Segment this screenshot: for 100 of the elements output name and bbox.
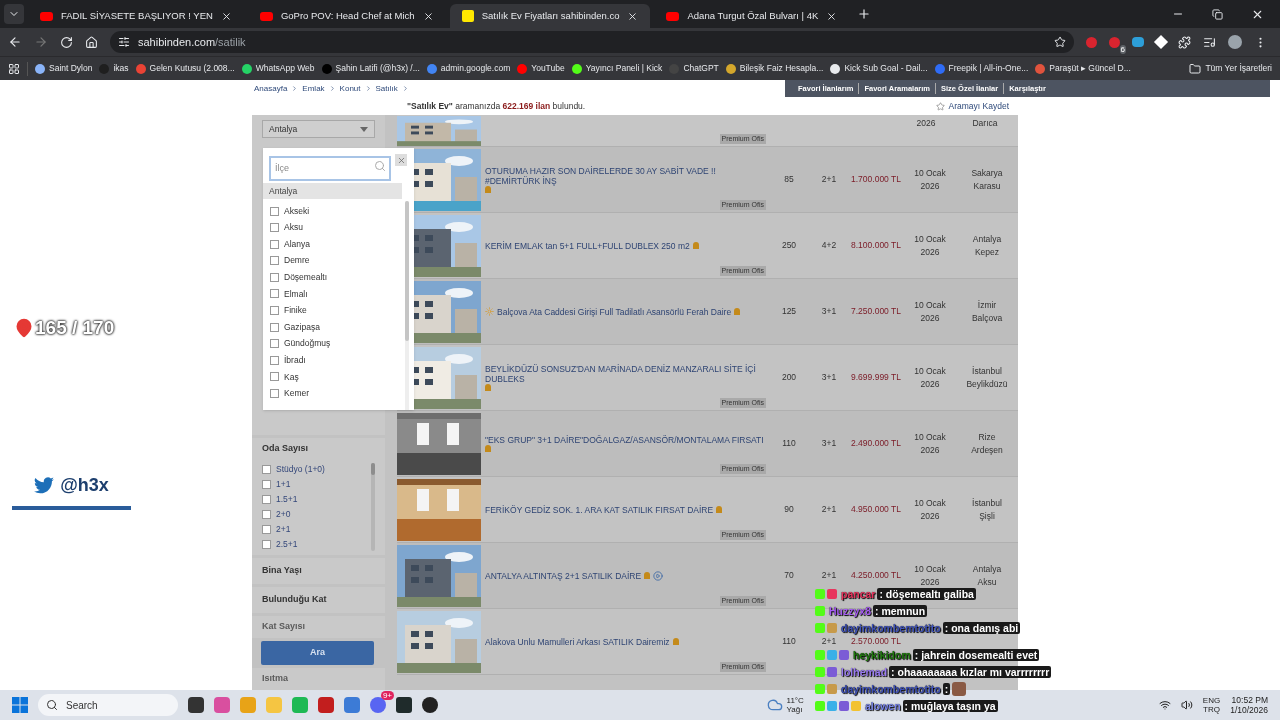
checkbox[interactable]	[262, 524, 271, 534]
checkbox[interactable]	[270, 289, 279, 299]
breadcrumb-link[interactable]: Satılık	[375, 82, 398, 95]
district-option[interactable]: Finike	[284, 304, 307, 317]
city-select[interactable]: Antalya	[262, 120, 375, 138]
district-option[interactable]: Gazipaşa	[284, 320, 320, 334]
clock-text[interactable]: 10:52 PM	[1231, 695, 1268, 705]
new-tab-icon[interactable]	[857, 7, 872, 21]
district-option[interactable]: Gündoğmuş	[284, 337, 331, 351]
listing-title-link[interactable]: KERİM EMLAK tan 5+1 FULL+FULL DUBLEX 250 m2	[485, 240, 690, 251]
district-option[interactable]: Elmalı	[284, 287, 308, 301]
checkbox[interactable]	[270, 339, 279, 349]
restore-icon[interactable]	[1212, 8, 1223, 20]
language-text[interactable]: ENG	[1202, 696, 1221, 705]
checkbox[interactable]	[270, 272, 279, 282]
listing-title-link[interactable]: ANTALYA ALTINTAŞ 2+1 SATILIK DAİRE	[485, 570, 642, 581]
district-option[interactable]: İbradı	[284, 353, 306, 367]
back-icon[interactable]	[8, 35, 22, 49]
district-option[interactable]: Kemer	[284, 387, 310, 400]
checkbox[interactable]	[270, 355, 279, 365]
breadcrumb-link[interactable]: Emlak	[302, 82, 325, 95]
date-cell-text: 10 Ocak 2026	[913, 298, 947, 325]
checkbox[interactable]	[270, 372, 279, 382]
reload-icon[interactable]	[60, 35, 73, 49]
bookmark[interactable]: ChatGPT	[669, 62, 719, 75]
forward-icon[interactable]	[34, 35, 48, 49]
bookmark[interactable]: YouTube	[517, 62, 565, 75]
chevron-icon	[364, 85, 372, 92]
bookmark[interactable]: Saint Dylon	[35, 62, 93, 75]
district-option[interactable]: Alanya	[284, 237, 310, 251]
address-bar[interactable]: sahibinden.com/satilik	[110, 31, 1074, 53]
checkbox[interactable]	[262, 479, 271, 489]
checkbox[interactable]	[262, 509, 271, 519]
checkbox[interactable]	[262, 494, 271, 504]
district-option[interactable]: Döşemealtı	[284, 271, 327, 284]
bookmark[interactable]: Gelen Kutusu (2.008...	[135, 62, 235, 75]
checkbox[interactable]	[270, 389, 279, 399]
district-option[interactable]: Demre	[284, 254, 310, 268]
section-title[interactable]: Bina Yaşı	[262, 564, 302, 578]
taskbar-search-field[interactable]: Search	[38, 694, 178, 716]
apps-icon[interactable]	[8, 62, 20, 75]
close-icon[interactable]	[220, 10, 232, 22]
section-title[interactable]: Isıtma	[262, 672, 288, 686]
checkbox[interactable]	[270, 239, 279, 249]
listing-title-link[interactable]: Alakova Unlu Mamulleri Arkası SATILIK Dairemiz	[485, 636, 670, 647]
breadcrumb-link[interactable]: Konut	[339, 82, 361, 95]
bookmark[interactable]: Bileşik Faiz Hesapla...	[725, 62, 824, 75]
checkbox[interactable]	[270, 306, 279, 316]
bookmark[interactable]: Paraşüt ▸ Güncel D...	[1035, 62, 1131, 75]
browser-tab[interactable]: Satılık Ev Fiyatları sahibinden.co	[449, 4, 651, 28]
close-icon[interactable]	[826, 10, 838, 22]
app-icon[interactable]	[422, 697, 438, 713]
district-option[interactable]: Kaş	[284, 370, 299, 384]
listing-title-link[interactable]: "EKS GRUP" 3+1 DAİRE"DOĞALGAZ/ASANSÖR/MONTALAMA FIRSATI	[485, 435, 764, 445]
search-button[interactable]: Ara	[261, 641, 374, 665]
district-option[interactable]: Aksu	[284, 221, 303, 234]
checkbox-label: 2+0	[276, 507, 291, 521]
layout-text[interactable]: TRQ	[1203, 705, 1220, 714]
bookmark[interactable]: Şahin Latifi (@h3x) /...	[321, 62, 420, 75]
save-search-link[interactable]: Aramayı Kaydet	[935, 99, 1009, 113]
all-bookmarks[interactable]: Tüm Yer İşaretleri	[1189, 62, 1272, 75]
close-icon[interactable]	[422, 10, 434, 22]
district-option[interactable]: Akseki	[284, 204, 310, 218]
checkbox[interactable]	[270, 322, 279, 332]
date-text[interactable]: 1/10/2026	[1230, 705, 1268, 715]
bookmark-star-icon[interactable]	[1054, 36, 1066, 48]
checkbox[interactable]	[262, 539, 271, 549]
avatar-icon[interactable]	[1228, 35, 1242, 49]
media-icon[interactable]	[1203, 35, 1216, 49]
listing-title-link[interactable]: Balçova Ata Caddesi Girişi Full Tadilatlı Asansörlü Ferah Daire	[497, 306, 732, 317]
listing-title-link[interactable]: BEYLİKDÜZÜ SONSUZ'DAN MARİNADA DENİZ MANZARALI SİTE İÇİ DUBLEKS	[485, 364, 764, 384]
windows-logo-icon[interactable]	[12, 697, 28, 713]
scrollbar[interactable]	[405, 201, 409, 410]
close-button[interactable]	[395, 154, 407, 166]
home-icon[interactable]	[85, 35, 98, 49]
browser-tab[interactable]: FADIL SİYASETE BAŞLIYOR ! YEN	[28, 4, 244, 28]
listing-title-link[interactable]: OTURUMA HAZIR SON DAİRELERDE 30 AY SABİT VADE !! #DEMİRTÜRK İNŞ	[485, 166, 764, 186]
extensions-icon[interactable]	[1178, 35, 1191, 49]
bookmark[interactable]: WhatsApp Web	[241, 62, 315, 75]
discord-icon[interactable]	[370, 697, 386, 713]
app-icon[interactable]	[188, 697, 204, 713]
bookmark[interactable]: Yayıncı Paneli | Kick	[571, 62, 663, 75]
listing-title-link[interactable]: FERİKÖY GEDİZ SOK. 1. ARA KAT SATILIK FIRSAT DAİRE	[485, 504, 714, 515]
checkbox[interactable]	[270, 256, 279, 266]
location-cell: Antalya Aksu	[972, 562, 1002, 589]
bookmark[interactable]: ikas	[99, 62, 129, 75]
browser-tab[interactable]: Adana Turgut Özal Bulvarı | 4K	[654, 4, 850, 28]
browser-tab[interactable]: GoPro POV: Head Chef at Mich	[247, 4, 446, 28]
bookmark[interactable]: admin.google.com	[426, 62, 511, 75]
district-search-field[interactable]: İlçe	[269, 155, 391, 181]
checkbox[interactable]	[270, 206, 279, 216]
tab-search-button[interactable]	[4, 4, 24, 24]
breadcrumb-link[interactable]: Anasayfa	[254, 82, 288, 95]
bookmark[interactable]: Freepik | All-in-One...	[934, 62, 1029, 75]
checkbox[interactable]	[270, 223, 279, 233]
close-icon[interactable]	[627, 10, 639, 22]
chat-username: pancar	[841, 588, 876, 600]
bookmark[interactable]: Kick Sub Goal - Dail...	[830, 62, 928, 75]
checkbox[interactable]	[262, 464, 271, 474]
play-icon[interactable]	[653, 570, 664, 581]
